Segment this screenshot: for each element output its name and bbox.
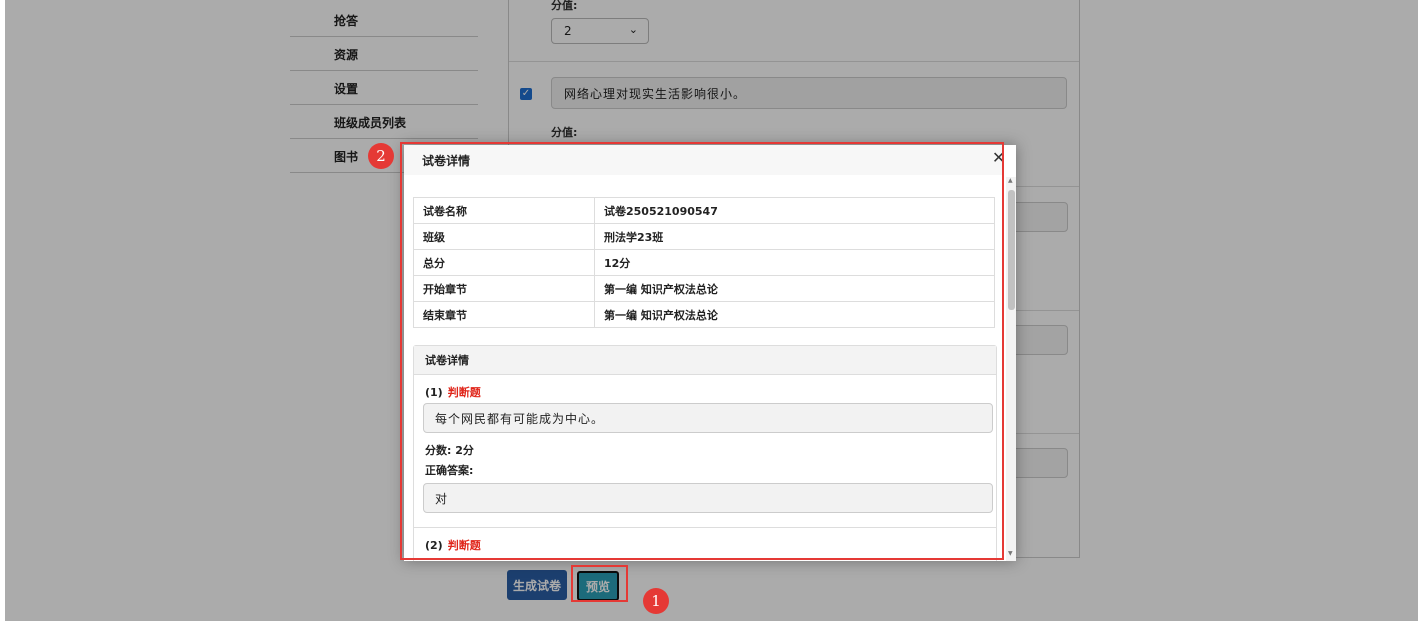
scrollbar-thumb[interactable]: [1008, 190, 1015, 310]
annotation-badge-1: 1: [643, 588, 669, 614]
page-edge: [1418, 0, 1423, 621]
highlight-frame-modal: [400, 142, 1004, 560]
page-edge: [0, 0, 5, 621]
scroll-down-arrow-icon[interactable]: ▼: [1008, 550, 1013, 557]
annotation-badge-2: 2: [368, 143, 394, 169]
scroll-up-arrow-icon[interactable]: ▲: [1008, 177, 1013, 184]
highlight-frame-preview: [571, 565, 628, 602]
page: 抢答 资源 设置 班级成员列表 图书 分值: 2 ⌄ ✓ 网络心理对现实生活影响…: [0, 0, 1423, 621]
